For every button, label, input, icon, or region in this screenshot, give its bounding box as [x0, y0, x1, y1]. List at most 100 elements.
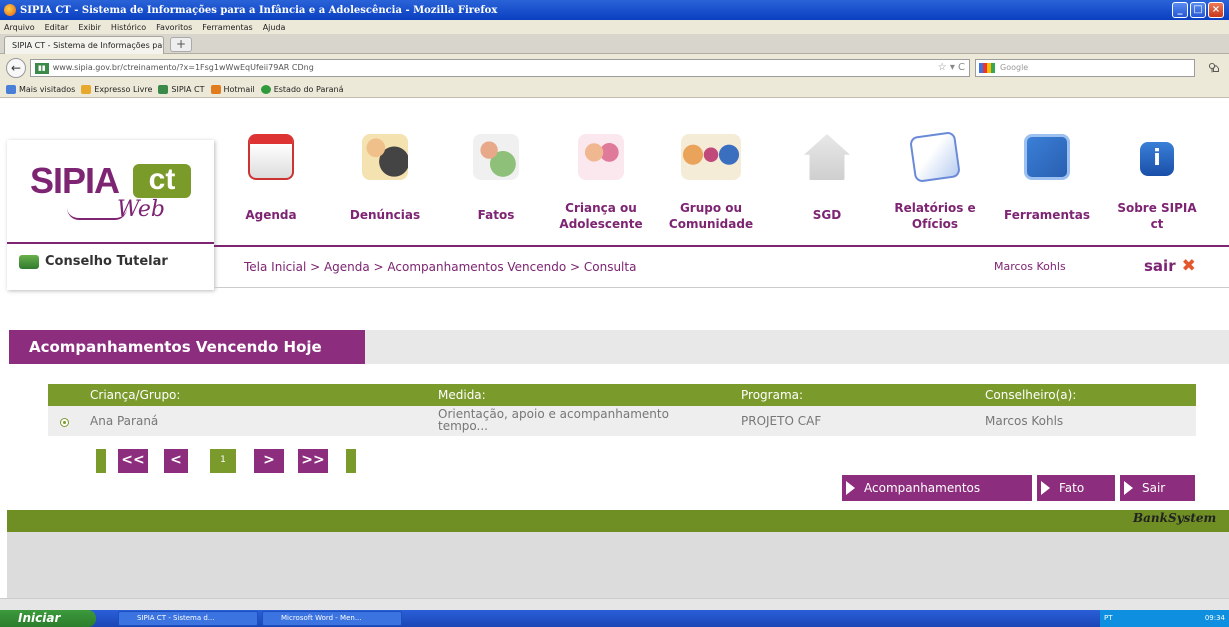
- conselho-tutelar-label: Conselho Tutelar: [19, 254, 168, 269]
- footer-bar: [7, 510, 1229, 532]
- bookmark-folder-icon: [6, 85, 16, 94]
- sipia-logo[interactable]: SIPIA ct Web Conselho Tutelar: [7, 140, 214, 290]
- window-title: SIPIA CT - Sistema de Informações para a…: [20, 4, 498, 16]
- tab-title: SIPIA CT - Sistema de Informações para a…: [12, 40, 163, 50]
- user-check-icon: [473, 134, 519, 180]
- table-header: Criança/Grupo: Medida: Programa: Conselh…: [48, 384, 1196, 406]
- start-button[interactable]: Iniciar: [0, 610, 96, 627]
- nav-sgd[interactable]: SGD: [782, 114, 872, 244]
- last-page-button[interactable]: >>: [298, 449, 328, 473]
- site-identity-icon[interactable]: ▮▮: [35, 63, 49, 74]
- results-table: Criança/Grupo: Medida: Programa: Conselh…: [48, 384, 1196, 436]
- menu-bar: Arquivo Editar Exibir Histórico Favorito…: [0, 20, 1229, 34]
- tab-bar: SIPIA CT - Sistema de Informações para a…: [0, 34, 1229, 54]
- header-programa: Programa:: [741, 388, 804, 402]
- conselho-icon: [19, 254, 39, 269]
- minimize-button[interactable]: _: [1172, 2, 1188, 18]
- cell-conselheiro: Marcos Kohls: [985, 414, 1064, 428]
- bookmark-icon: [158, 85, 169, 94]
- clock: 09:34: [1204, 614, 1225, 622]
- breadcrumb-bar: Tela Inicial > Agenda > Acompanhamentos …: [214, 247, 1229, 287]
- bookmark-star-icon[interactable]: ☆ ▾ C: [938, 60, 965, 76]
- next-page-button[interactable]: >: [254, 449, 284, 473]
- menu-editar[interactable]: Editar: [45, 23, 69, 32]
- logout-link[interactable]: sair ✖: [1144, 256, 1196, 276]
- search-placeholder: Google: [1000, 63, 1029, 72]
- bookmark-sipia-ct[interactable]: SIPIA CT: [158, 85, 205, 94]
- children-icon: [578, 134, 624, 180]
- navigation-toolbar: ← ▮▮ www.sipia.gov.br/ctreinamento/?x=1Fs…: [0, 54, 1229, 82]
- back-button[interactable]: ←: [6, 58, 26, 78]
- cell-programa: PROJETO CAF: [741, 414, 822, 428]
- cell-medida: Orientação, apoio e acompanhamento tempo.…: [438, 407, 669, 433]
- nav-ferramentas[interactable]: Ferramentas: [1002, 114, 1092, 244]
- nav-relatorios-oficios[interactable]: Relatórios e Ofícios: [890, 114, 980, 244]
- url-text: www.sipia.gov.br/ctreinamento/?x=1Fsg1wW…: [52, 63, 314, 72]
- new-tab-button[interactable]: +: [170, 37, 192, 52]
- row-radio[interactable]: [60, 418, 69, 427]
- logo-divider: [7, 242, 214, 244]
- window-titlebar: SIPIA CT - Sistema de Informações para a…: [0, 0, 1229, 20]
- bookmarks-bar: Mais visitados Expresso Livre SIPIA CT H…: [0, 82, 1229, 98]
- nav-sobre-sipia[interactable]: i Sobre SIPIA ct: [1112, 114, 1202, 244]
- browser-tab[interactable]: SIPIA CT - Sistema de Informações para a…: [4, 36, 164, 54]
- system-tray: PT 09:34: [1100, 610, 1229, 627]
- bookmark-expresso-livre[interactable]: Expresso Livre: [81, 85, 152, 94]
- nav-grupo-comunidade[interactable]: Grupo ou Comunidade: [666, 114, 756, 244]
- nav-crianca-adolescente[interactable]: Criança ou Adolescente: [556, 114, 646, 244]
- home-icon[interactable]: ⌂: [1212, 61, 1220, 75]
- menu-exibir[interactable]: Exibir: [78, 23, 101, 32]
- menu-favoritos[interactable]: Favoritos: [156, 23, 192, 32]
- logo-web-text: Web: [117, 197, 165, 222]
- pager-right-bracket: [346, 449, 356, 473]
- people-report-icon: [362, 134, 408, 180]
- bookmark-icon: [81, 85, 92, 94]
- windows-taskbar: Iniciar SIPIA CT - Sistema d... Microsof…: [0, 610, 1229, 627]
- pager-left-bracket: [96, 449, 106, 473]
- taskbar-word[interactable]: Microsoft Word - Men...: [262, 611, 402, 626]
- logo-sipia-text: SIPIA: [30, 160, 120, 201]
- menu-historico[interactable]: Histórico: [111, 23, 146, 32]
- taskbar-firefox[interactable]: SIPIA CT - Sistema d...: [118, 611, 258, 626]
- footer-brand: BankSystem: [1133, 511, 1217, 525]
- horizontal-scrollbar[interactable]: [0, 598, 1229, 610]
- first-page-button[interactable]: <<: [118, 449, 148, 473]
- bookmark-icon: [210, 85, 221, 94]
- info-icon: i: [1140, 142, 1174, 176]
- tools-icon: [1024, 134, 1070, 180]
- menu-arquivo[interactable]: Arquivo: [4, 23, 35, 32]
- current-page[interactable]: 1: [210, 449, 236, 473]
- bookmark-estado-parana[interactable]: Estado do Paraná: [260, 85, 344, 94]
- nav-fatos[interactable]: Fatos: [451, 114, 541, 244]
- menu-ajuda[interactable]: Ajuda: [263, 23, 286, 32]
- breadcrumb[interactable]: Tela Inicial > Agenda > Acompanhamentos …: [244, 260, 636, 274]
- house-icon: [804, 134, 850, 180]
- nav-denuncias[interactable]: Denúncias: [340, 114, 430, 244]
- language-indicator[interactable]: PT: [1104, 614, 1113, 622]
- close-button[interactable]: ×: [1208, 2, 1224, 18]
- google-icon: [979, 63, 995, 73]
- bookmark-mais-visitados[interactable]: Mais visitados: [6, 85, 75, 94]
- table-row[interactable]: Ana Paraná Orientação, apoio e acompanha…: [48, 406, 1196, 436]
- section-title: Acompanhamentos Vencendo Hoje: [9, 330, 365, 364]
- bookmark-hotmail[interactable]: Hotmail: [210, 85, 255, 94]
- sair-button[interactable]: Sair: [1120, 475, 1195, 501]
- nav-agenda[interactable]: Agenda: [226, 114, 316, 244]
- group-icon: [681, 134, 741, 180]
- acompanhamentos-button[interactable]: Acompanhamentos: [842, 475, 1032, 501]
- menu-ferramentas[interactable]: Ferramentas: [202, 23, 252, 32]
- url-bar[interactable]: ▮▮ www.sipia.gov.br/ctreinamento/?x=1Fsg1…: [30, 59, 970, 77]
- maximize-button[interactable]: □: [1190, 2, 1206, 18]
- prev-page-button[interactable]: <: [164, 449, 188, 473]
- header-crianca: Criança/Grupo:: [90, 388, 181, 402]
- page-bottom-area: [7, 532, 1229, 598]
- header-medida: Medida:: [438, 388, 486, 402]
- user-name: Marcos Kohls: [994, 260, 1066, 273]
- section-title-bar: [365, 330, 1229, 364]
- calendar-icon: [248, 134, 294, 180]
- breadcrumb-divider: [214, 287, 1229, 288]
- search-bar[interactable]: Google ⚲: [975, 59, 1216, 77]
- fato-button[interactable]: Fato: [1037, 475, 1115, 501]
- bookmark-icon: [260, 85, 271, 94]
- header-conselheiro: Conselheiro(a):: [985, 388, 1077, 402]
